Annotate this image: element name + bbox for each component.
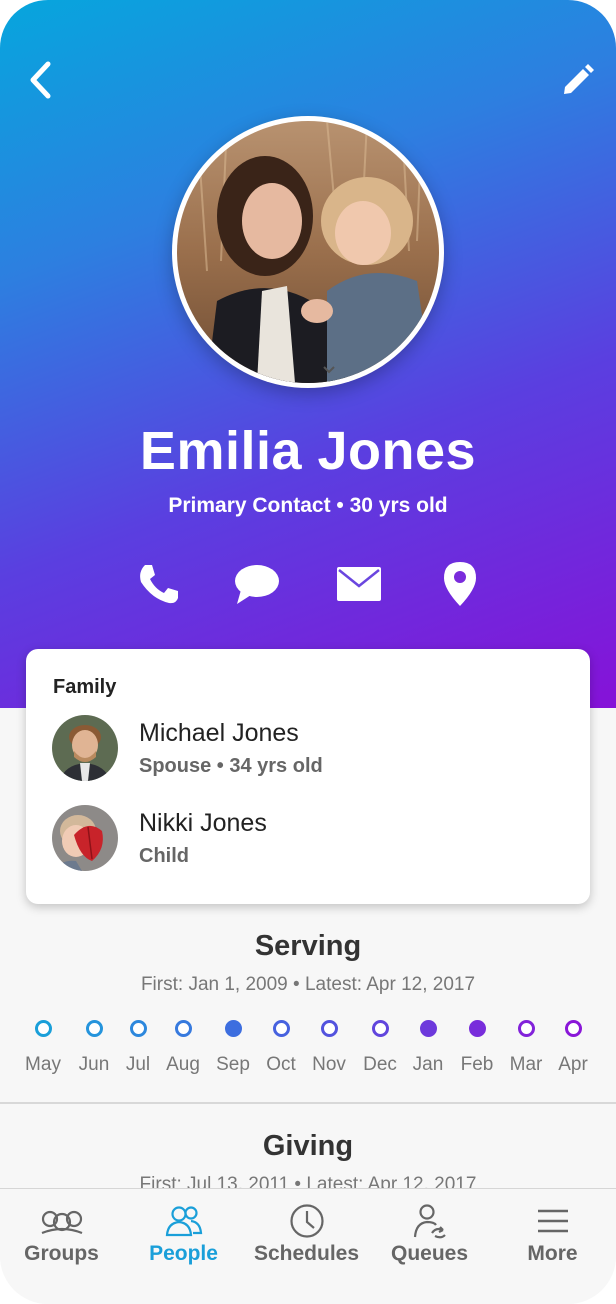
profile-avatar[interactable]	[172, 116, 444, 388]
queue-person-icon	[413, 1204, 446, 1239]
serving-dot	[224, 1020, 242, 1037]
serving-dot	[272, 1020, 290, 1037]
serving-dot	[468, 1020, 486, 1037]
directions-button[interactable]	[432, 556, 488, 612]
serving-dates: First: Jan 1, 2009 • Latest: Apr 12, 201…	[140, 974, 476, 995]
tab-label: Queues	[390, 1242, 469, 1265]
family-member-row[interactable]: Michael Jones Spouse • 34 yrs old	[52, 715, 572, 785]
call-button[interactable]	[130, 556, 186, 612]
serving-dot	[517, 1020, 535, 1037]
serving-title: Serving	[254, 930, 362, 962]
month-label: Apr	[558, 1054, 588, 1075]
tab-more[interactable]: More	[491, 1189, 614, 1304]
member-relation: Child	[139, 845, 189, 867]
family-card: Family Michael Jones Spouse • 34 yrs old	[26, 649, 590, 904]
pencil-icon	[564, 64, 594, 94]
groups-icon	[41, 1210, 82, 1235]
serving-dot	[85, 1020, 103, 1037]
serving-dot	[564, 1020, 582, 1037]
member-name: Michael Jones	[139, 719, 299, 747]
tab-bar: Groups People Schedules Queues More	[0, 1188, 616, 1304]
tab-label: People	[149, 1242, 218, 1265]
tab-queues[interactable]: Queues	[368, 1189, 491, 1304]
serving-dot	[320, 1020, 338, 1037]
chevron-left-icon	[30, 61, 51, 99]
chat-bubble-icon	[235, 565, 279, 604]
member-name: Nikki Jones	[139, 809, 267, 837]
month-item[interactable]: Apr	[543, 1020, 603, 1076]
serving-dot	[371, 1020, 389, 1037]
people-icon	[165, 1206, 202, 1237]
tab-label: More	[527, 1242, 578, 1265]
serving-dot	[129, 1020, 147, 1037]
profile-name: Emilia Jones	[139, 421, 477, 481]
profile-subtitle: Primary Contact • 30 yrs old	[168, 494, 448, 517]
hamburger-menu-icon	[537, 1209, 568, 1233]
member-avatar	[52, 715, 118, 781]
chevron-down-icon	[323, 366, 335, 374]
tab-label: Schedules	[253, 1242, 360, 1265]
back-button[interactable]	[18, 58, 62, 102]
email-button[interactable]	[331, 556, 387, 612]
phone-icon	[140, 565, 178, 604]
phone-screen: Emilia Jones Primary Contact • 30 yrs ol…	[0, 0, 616, 1304]
profile-header: Emilia Jones Primary Contact • 30 yrs ol…	[0, 0, 616, 708]
section-divider	[0, 1102, 616, 1104]
clock-icon	[289, 1204, 324, 1238]
tab-people[interactable]: People	[122, 1189, 245, 1304]
tab-groups[interactable]: Groups	[0, 1189, 123, 1304]
member-avatar	[52, 805, 118, 871]
serving-dot	[34, 1020, 52, 1037]
family-card-title: Family	[53, 676, 117, 698]
member-relation: Spouse • 34 yrs old	[139, 755, 323, 777]
family-member-row[interactable]: Nikki Jones Child	[52, 805, 572, 875]
edit-button[interactable]	[556, 58, 600, 102]
giving-title: Giving	[262, 1130, 354, 1162]
tab-schedules[interactable]: Schedules	[245, 1189, 368, 1304]
tab-label: Groups	[24, 1242, 99, 1265]
envelope-icon	[337, 567, 381, 601]
contact-actions	[0, 556, 616, 612]
serving-dot	[419, 1020, 437, 1037]
map-pin-icon	[444, 562, 476, 606]
profile-photo	[177, 121, 439, 383]
message-button[interactable]	[229, 556, 285, 612]
serving-dot	[174, 1020, 192, 1037]
